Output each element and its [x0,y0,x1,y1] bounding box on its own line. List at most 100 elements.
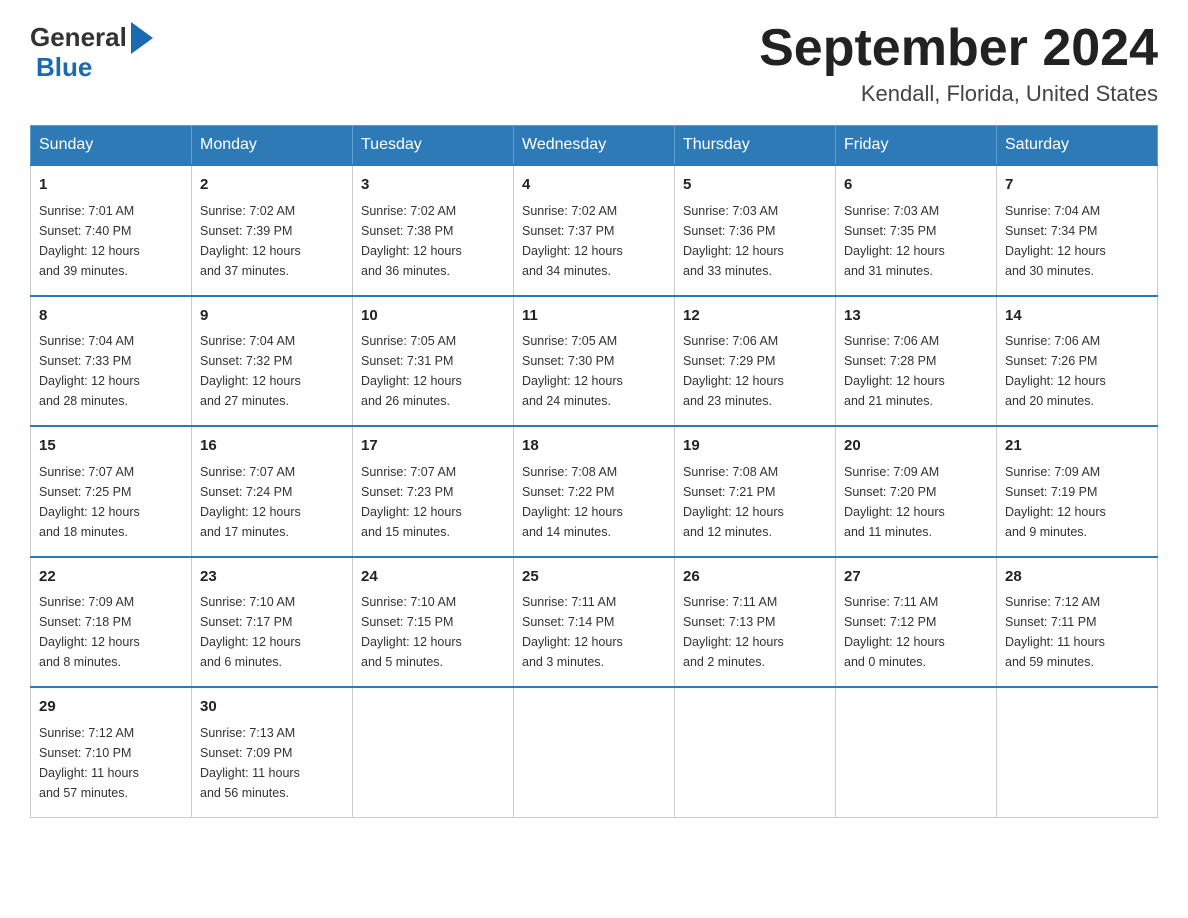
day-info: Sunrise: 7:11 AM Sunset: 7:12 PM Dayligh… [844,592,988,672]
day-info: Sunrise: 7:11 AM Sunset: 7:14 PM Dayligh… [522,592,666,672]
day-info: Sunrise: 7:02 AM Sunset: 7:37 PM Dayligh… [522,201,666,281]
day-number: 10 [361,305,505,328]
calendar-cell: 19 Sunrise: 7:08 AM Sunset: 7:21 PM Dayli… [675,426,836,557]
day-info: Sunrise: 7:04 AM Sunset: 7:34 PM Dayligh… [1005,201,1149,281]
day-info: Sunrise: 7:12 AM Sunset: 7:11 PM Dayligh… [1005,592,1149,672]
calendar-cell: 13Sunrise: 7:06 AM Sunset: 7:28 PM Dayli… [836,296,997,427]
day-number: 16 [200,435,344,458]
calendar-cell: 14 Sunrise: 7:06 AM Sunset: 7:26 PM Dayli… [997,296,1158,427]
day-number: 9 [200,305,344,328]
day-number: 28 [1005,566,1149,589]
calendar-cell: 23 Sunrise: 7:10 AM Sunset: 7:17 PM Dayli… [192,557,353,688]
calendar-header-row: SundayMondayTuesdayWednesdayThursdayFrid… [31,126,1158,166]
day-info: Sunrise: 7:08 AM Sunset: 7:21 PM Dayligh… [683,462,827,542]
day-number: 7 [1005,174,1149,197]
calendar-cell: 7 Sunrise: 7:04 AM Sunset: 7:34 PM Daylig… [997,165,1158,296]
page: General Blue September 2024 Kendall, Flo… [0,0,1188,848]
day-number: 23 [200,566,344,589]
calendar-cell: 25 Sunrise: 7:11 AM Sunset: 7:14 PM Dayli… [514,557,675,688]
calendar-cell: 12Sunrise: 7:06 AM Sunset: 7:29 PM Dayli… [675,296,836,427]
calendar-cell: 4 Sunrise: 7:02 AM Sunset: 7:37 PM Daylig… [514,165,675,296]
day-number: 24 [361,566,505,589]
calendar-cell: 6 Sunrise: 7:03 AM Sunset: 7:35 PM Daylig… [836,165,997,296]
day-info: Sunrise: 7:09 AM Sunset: 7:19 PM Dayligh… [1005,462,1149,542]
header-day-wednesday: Wednesday [514,126,675,166]
calendar-cell: 21 Sunrise: 7:09 AM Sunset: 7:19 PM Dayli… [997,426,1158,557]
day-info: Sunrise: 7:12 AM Sunset: 7:10 PM Dayligh… [39,723,183,803]
day-number: 26 [683,566,827,589]
day-info: Sunrise: 7:09 AM Sunset: 7:20 PM Dayligh… [844,462,988,542]
header-day-friday: Friday [836,126,997,166]
header-day-tuesday: Tuesday [353,126,514,166]
day-number: 22 [39,566,183,589]
calendar-cell: 29 Sunrise: 7:12 AM Sunset: 7:10 PM Dayli… [31,687,192,817]
header: General Blue September 2024 Kendall, Flo… [30,20,1158,107]
calendar-cell [353,687,514,817]
day-number: 17 [361,435,505,458]
logo-general-text: General [30,24,127,50]
day-number: 21 [1005,435,1149,458]
calendar-cell: 20Sunrise: 7:09 AM Sunset: 7:20 PM Dayli… [836,426,997,557]
day-info: Sunrise: 7:05 AM Sunset: 7:30 PM Dayligh… [522,331,666,411]
day-number: 5 [683,174,827,197]
calendar-table: SundayMondayTuesdayWednesdayThursdayFrid… [30,125,1158,818]
calendar-subtitle: Kendall, Florida, United States [759,81,1158,107]
calendar-cell [514,687,675,817]
calendar-cell: 9 Sunrise: 7:04 AM Sunset: 7:32 PM Daylig… [192,296,353,427]
calendar-cell: 26Sunrise: 7:11 AM Sunset: 7:13 PM Dayli… [675,557,836,688]
day-info: Sunrise: 7:10 AM Sunset: 7:15 PM Dayligh… [361,592,505,672]
calendar-title: September 2024 [759,20,1158,77]
header-day-thursday: Thursday [675,126,836,166]
logo-arrow-icon [131,22,153,54]
day-info: Sunrise: 7:04 AM Sunset: 7:32 PM Dayligh… [200,331,344,411]
calendar-cell: 30 Sunrise: 7:13 AM Sunset: 7:09 PM Dayli… [192,687,353,817]
calendar-cell [997,687,1158,817]
day-info: Sunrise: 7:13 AM Sunset: 7:09 PM Dayligh… [200,723,344,803]
day-info: Sunrise: 7:02 AM Sunset: 7:39 PM Dayligh… [200,201,344,281]
day-number: 29 [39,696,183,719]
day-number: 8 [39,305,183,328]
calendar-cell: 27 Sunrise: 7:11 AM Sunset: 7:12 PM Dayli… [836,557,997,688]
day-number: 25 [522,566,666,589]
day-number: 14 [1005,305,1149,328]
week-row-3: 15 Sunrise: 7:07 AM Sunset: 7:25 PM Dayli… [31,426,1158,557]
day-info: Sunrise: 7:04 AM Sunset: 7:33 PM Dayligh… [39,331,183,411]
day-info: Sunrise: 7:03 AM Sunset: 7:35 PM Dayligh… [844,201,988,281]
day-info: Sunrise: 7:01 AM Sunset: 7:40 PM Dayligh… [39,201,183,281]
day-info: Sunrise: 7:09 AM Sunset: 7:18 PM Dayligh… [39,592,183,672]
calendar-cell: 10 Sunrise: 7:05 AM Sunset: 7:31 PM Dayli… [353,296,514,427]
calendar-cell: 17Sunrise: 7:07 AM Sunset: 7:23 PM Dayli… [353,426,514,557]
day-info: Sunrise: 7:02 AM Sunset: 7:38 PM Dayligh… [361,201,505,281]
day-number: 30 [200,696,344,719]
day-number: 11 [522,305,666,328]
day-info: Sunrise: 7:10 AM Sunset: 7:17 PM Dayligh… [200,592,344,672]
calendar-cell: 5Sunrise: 7:03 AM Sunset: 7:36 PM Daylig… [675,165,836,296]
header-day-saturday: Saturday [997,126,1158,166]
calendar-cell [675,687,836,817]
day-number: 1 [39,174,183,197]
calendar-cell: 18 Sunrise: 7:08 AM Sunset: 7:22 PM Dayli… [514,426,675,557]
day-number: 12 [683,305,827,328]
calendar-cell [836,687,997,817]
day-info: Sunrise: 7:07 AM Sunset: 7:25 PM Dayligh… [39,462,183,542]
day-number: 4 [522,174,666,197]
calendar-cell: 11 Sunrise: 7:05 AM Sunset: 7:30 PM Dayli… [514,296,675,427]
day-number: 27 [844,566,988,589]
calendar-cell: 22 Sunrise: 7:09 AM Sunset: 7:18 PM Dayli… [31,557,192,688]
day-number: 3 [361,174,505,197]
day-number: 15 [39,435,183,458]
day-info: Sunrise: 7:05 AM Sunset: 7:31 PM Dayligh… [361,331,505,411]
calendar-cell: 3 Sunrise: 7:02 AM Sunset: 7:38 PM Daylig… [353,165,514,296]
week-row-5: 29 Sunrise: 7:12 AM Sunset: 7:10 PM Dayli… [31,687,1158,817]
day-info: Sunrise: 7:06 AM Sunset: 7:26 PM Dayligh… [1005,331,1149,411]
calendar-cell: 2Sunrise: 7:02 AM Sunset: 7:39 PM Daylig… [192,165,353,296]
day-number: 19 [683,435,827,458]
day-number: 6 [844,174,988,197]
week-row-1: 1 Sunrise: 7:01 AM Sunset: 7:40 PM Daylig… [31,165,1158,296]
day-info: Sunrise: 7:07 AM Sunset: 7:24 PM Dayligh… [200,462,344,542]
logo: General Blue [30,20,153,80]
day-info: Sunrise: 7:08 AM Sunset: 7:22 PM Dayligh… [522,462,666,542]
week-row-2: 8 Sunrise: 7:04 AM Sunset: 7:33 PM Daylig… [31,296,1158,427]
calendar-cell: 1 Sunrise: 7:01 AM Sunset: 7:40 PM Daylig… [31,165,192,296]
day-number: 18 [522,435,666,458]
